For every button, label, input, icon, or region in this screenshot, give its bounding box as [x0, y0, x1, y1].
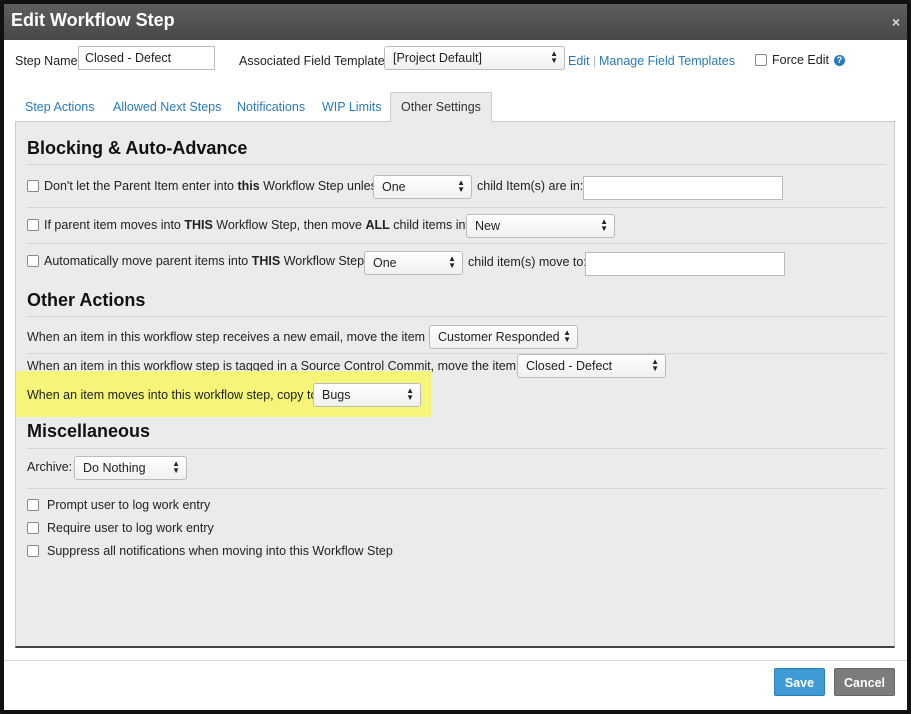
- tab-other-settings[interactable]: Other Settings: [390, 92, 492, 123]
- copy-to-select[interactable]: Bugs ▲ ▼: [313, 383, 421, 407]
- manage-templates-link[interactable]: Manage Field Templates: [599, 54, 735, 68]
- edit-template-link[interactable]: Edit: [568, 54, 590, 68]
- suppress-notifications-label: Suppress all notifications when moving i…: [47, 544, 393, 558]
- block-parent-count-value: One: [382, 180, 406, 194]
- prompt-work-entry-label: Prompt user to log work entry: [47, 498, 211, 512]
- save-button[interactable]: Save: [774, 668, 825, 696]
- commit-move-select[interactable]: Closed - Defect ▲ ▼: [517, 354, 666, 378]
- tab-wip-limits[interactable]: WIP Limits: [322, 92, 382, 122]
- select-arrows-icon: ▲ ▼: [651, 357, 659, 373]
- dialog-titlebar: Edit Workflow Step ×: [4, 4, 907, 40]
- divider: [27, 243, 886, 244]
- select-arrows-icon: ▲ ▼: [448, 254, 456, 270]
- block-parent-count-select[interactable]: One ▲ ▼: [373, 175, 472, 199]
- auto-move-parent-label: Automatically move parent items into THI…: [44, 254, 374, 268]
- divider: [27, 207, 886, 208]
- require-work-entry-checkbox[interactable]: [27, 522, 39, 534]
- divider: [27, 448, 886, 449]
- copy-to-value: Bugs: [322, 388, 351, 402]
- divider: [27, 488, 886, 489]
- misc-heading: Miscellaneous: [27, 421, 151, 441]
- select-arrows-icon: ▲ ▼: [406, 386, 414, 402]
- select-arrows-icon: ▲ ▼: [550, 49, 558, 65]
- auto-move-after-label: child item(s) move to:: [468, 255, 587, 269]
- archive-value: Do Nothing: [83, 461, 146, 475]
- block-parent-checkbox[interactable]: [27, 180, 39, 192]
- blocking-heading: Blocking & Auto-Advance: [27, 138, 248, 158]
- force-edit-label: Force Edit: [772, 53, 829, 67]
- edit-workflow-step-dialog: Edit Workflow Step × Step Name Closed - …: [0, 0, 911, 714]
- tab-allowed-next-steps[interactable]: Allowed Next Steps: [113, 92, 221, 122]
- email-move-label: When an item in this workflow step recei…: [27, 330, 443, 344]
- select-arrows-icon: ▲ ▼: [457, 178, 465, 194]
- move-children-label: If parent item moves into THIS Workflow …: [44, 218, 480, 232]
- close-icon[interactable]: ×: [892, 14, 900, 30]
- email-move-value: Customer Responded: [438, 330, 560, 344]
- move-children-checkbox[interactable]: [27, 219, 39, 231]
- select-arrows-icon: ▲ ▼: [563, 328, 571, 344]
- other-actions-heading: Other Actions: [27, 290, 146, 310]
- block-parent-label: Don't let the Parent Item enter into thi…: [44, 179, 384, 193]
- step-name-input[interactable]: Closed - Defect: [78, 46, 215, 70]
- force-edit-checkbox[interactable]: [755, 54, 767, 66]
- field-template-value: [Project Default]: [393, 51, 482, 65]
- field-template-label: Associated Field Template: [239, 54, 385, 68]
- divider: [27, 353, 886, 354]
- divider: [27, 164, 886, 165]
- archive-label: Archive:: [27, 460, 73, 474]
- select-arrows-icon: ▲ ▼: [600, 217, 608, 233]
- field-template-select[interactable]: [Project Default] ▲ ▼: [384, 46, 565, 70]
- block-parent-status-input[interactable]: [583, 176, 783, 200]
- require-work-entry-label: Require user to log work entry: [47, 521, 214, 535]
- select-arrows-icon: ▲ ▼: [172, 459, 180, 475]
- help-icon[interactable]: ?: [834, 55, 845, 66]
- other-settings-panel: Blocking & Auto-Advance Don't let the Pa…: [15, 122, 895, 648]
- auto-move-count-value: One: [373, 256, 397, 270]
- tab-bar: Step Actions Allowed Next Steps Notifica…: [15, 92, 896, 123]
- link-separator: |: [593, 54, 597, 68]
- divider: [27, 316, 886, 317]
- auto-move-parent-checkbox[interactable]: [27, 255, 39, 267]
- step-name-label: Step Name: [15, 54, 78, 68]
- commit-move-value: Closed - Defect: [526, 359, 613, 373]
- move-children-status-value: New: [475, 219, 501, 233]
- auto-move-status-input[interactable]: [585, 252, 785, 276]
- move-children-status-select[interactable]: New ▲ ▼: [466, 214, 615, 238]
- tab-step-actions[interactable]: Step Actions: [25, 92, 95, 122]
- block-parent-after-label: child Item(s) are in:: [477, 179, 584, 193]
- cancel-button[interactable]: Cancel: [834, 668, 895, 696]
- dialog-title: Edit Workflow Step: [11, 10, 175, 30]
- tab-notifications[interactable]: Notifications: [237, 92, 305, 122]
- copy-to-label: When an item moves into this workflow st…: [27, 388, 321, 402]
- suppress-notifications-checkbox[interactable]: [27, 545, 39, 557]
- auto-move-count-select[interactable]: One ▲ ▼: [364, 251, 463, 275]
- footer-divider: [4, 660, 907, 661]
- archive-select[interactable]: Do Nothing ▲ ▼: [74, 456, 187, 480]
- email-move-select[interactable]: Customer Responded ▲ ▼: [429, 325, 578, 349]
- prompt-work-entry-checkbox[interactable]: [27, 499, 39, 511]
